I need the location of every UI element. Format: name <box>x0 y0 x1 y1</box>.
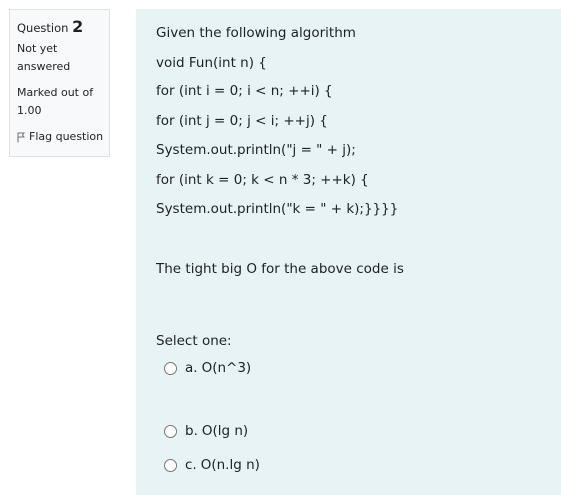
answer-option-c[interactable]: c. O(n.lg n) <box>164 456 260 474</box>
question-info-panel: Question 2 Not yet answered Marked out o… <box>9 9 110 157</box>
question-state: Not yet answered <box>17 42 71 73</box>
code-line: System.out.println("j = " + j); <box>156 142 356 158</box>
option-text: O(n.lg n) <box>200 457 260 473</box>
option-letter: c. <box>185 457 197 473</box>
code-line: for (int i = 0; i < n; ++i) { <box>156 83 333 99</box>
question-number: 2 <box>72 17 84 36</box>
question-content: Given the following algorithm void Fun(i… <box>136 9 561 495</box>
question-prompt: The tight big O for the above code is <box>156 261 404 277</box>
question-text-line: Given the following algorithm <box>156 25 356 41</box>
option-text: O(n^3) <box>201 360 252 376</box>
answer-option-a[interactable]: a. O(n^3) <box>164 359 251 377</box>
question-label: Question <box>17 21 69 35</box>
code-line: for (int k = 0; k < n * 3; ++k) { <box>156 172 369 188</box>
question-grade: Marked out of 1.00 <box>17 86 94 117</box>
option-letter: a. <box>185 360 198 376</box>
radio-button[interactable] <box>164 458 177 472</box>
answer-option-b[interactable]: b. O(lg n) <box>164 422 248 440</box>
select-one-label: Select one: <box>156 333 232 349</box>
option-text: O(lg n) <box>201 423 249 439</box>
flag-question-link[interactable]: Flag question <box>17 128 109 146</box>
code-line: void Fun(int n) { <box>156 55 267 71</box>
flag-icon <box>17 132 25 143</box>
option-letter: b. <box>185 423 198 439</box>
code-line: System.out.println("k = " + k);}}}} <box>156 201 399 217</box>
flag-question-label: Flag question <box>29 130 104 143</box>
radio-button[interactable] <box>164 424 177 438</box>
question-number-heading: Question 2 <box>17 18 109 40</box>
code-line: for (int j = 0; j < i; ++j) { <box>156 113 328 129</box>
radio-button[interactable] <box>164 361 177 375</box>
